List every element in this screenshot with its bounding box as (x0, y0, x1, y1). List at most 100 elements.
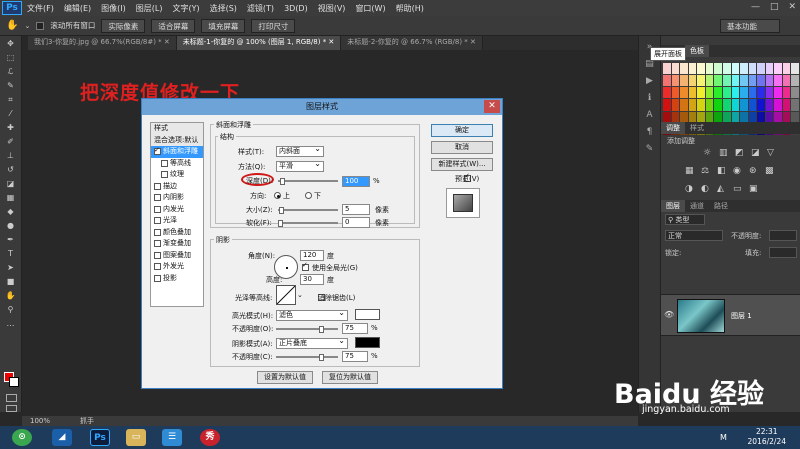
inner-glow-checkbox[interactable] (154, 205, 161, 213)
swatch[interactable] (663, 99, 671, 111)
menu-help[interactable]: 帮助(H) (391, 3, 429, 14)
drop-shadow-checkbox[interactable] (154, 274, 161, 282)
lasso-tool-icon[interactable]: ℒ (4, 66, 18, 77)
hand-tool-icon[interactable]: ✋ (4, 290, 18, 301)
swatch[interactable] (722, 87, 731, 99)
menu-layer[interactable]: 图层(L) (131, 3, 168, 14)
layer-name[interactable]: 图层 1 (731, 311, 752, 321)
quick-mask-icon[interactable] (6, 394, 17, 402)
file-explorer-icon[interactable]: ▭ (126, 429, 146, 446)
print-size-button[interactable]: 打印尺寸 (251, 18, 296, 33)
workspace-select[interactable]: 基本功能 (720, 19, 780, 33)
swatch[interactable] (714, 99, 722, 111)
swatch[interactable] (671, 99, 680, 111)
menu-3d[interactable]: 3D(D) (279, 4, 313, 13)
satin-checkbox[interactable] (154, 217, 161, 225)
menu-edit[interactable]: 编辑(E) (59, 3, 96, 14)
swatch[interactable] (714, 63, 722, 75)
dialog-close-button[interactable]: ✕ (484, 100, 500, 113)
swatch[interactable] (722, 75, 731, 87)
tab-layers[interactable]: 图层 (661, 200, 685, 212)
soften-input[interactable]: 0 (342, 217, 370, 228)
new-style-button[interactable]: 新建样式(W)... (431, 158, 493, 171)
swatch[interactable] (731, 87, 740, 99)
exposure-icon[interactable]: ◪ (751, 148, 760, 158)
photoshop-taskbar-icon[interactable]: Ps (90, 429, 110, 446)
doc-tab-3[interactable]: 未标题-2-你复的 @ 66.7% (RGB/8) * ✕ (341, 36, 483, 50)
inner-shadow-checkbox[interactable] (154, 194, 161, 202)
fill-input[interactable] (769, 247, 797, 258)
highlight-opacity-input[interactable]: 75 (342, 323, 368, 334)
swatch[interactable] (671, 87, 680, 99)
messenger-icon[interactable]: ☰ (162, 429, 182, 446)
menu-file[interactable]: 文件(F) (22, 3, 59, 14)
swatch[interactable] (714, 75, 722, 87)
photo-filter-icon[interactable]: ◉ (733, 166, 741, 176)
dodge-tool-icon[interactable]: ● (4, 220, 18, 231)
swatch[interactable] (705, 63, 714, 75)
menu-image[interactable]: 图像(I) (96, 3, 131, 14)
swatch[interactable] (731, 99, 740, 111)
swatch[interactable] (748, 87, 757, 99)
depth-slider[interactable] (278, 180, 338, 182)
doc-tab-1[interactable]: 我们3-你复的.jpg @ 66.7%(RGB/8#) * ✕ (28, 36, 177, 50)
brush-panel-icon[interactable]: ✎ (644, 143, 656, 155)
swatch[interactable] (765, 87, 774, 99)
outer-glow-item[interactable]: 外发光 (151, 261, 203, 273)
paragraph-panel-icon[interactable]: ¶ (644, 126, 656, 138)
vibrance-icon[interactable]: ▽ (767, 148, 774, 158)
size-slider-knob[interactable] (279, 207, 284, 214)
direction-down-radio[interactable] (305, 192, 312, 199)
swatch[interactable] (697, 63, 705, 75)
make-default-button[interactable]: 设置为默认值 (257, 371, 313, 384)
bevel-emboss-item[interactable]: 斜面和浮雕 (151, 145, 203, 158)
tab-paths[interactable]: 路径 (709, 200, 733, 212)
swatch[interactable] (671, 75, 680, 87)
swatch[interactable] (765, 63, 774, 75)
style-list-header[interactable]: 样式 (151, 123, 203, 135)
shadow-opacity-knob[interactable] (319, 354, 324, 361)
soften-slider[interactable] (278, 222, 338, 224)
color-overlay-checkbox[interactable] (154, 228, 161, 236)
blend-mode-select[interactable]: 正常 (665, 230, 723, 241)
layer-row[interactable]: 👁 图层 1 (661, 294, 800, 336)
type-tool-icon[interactable]: T (4, 248, 18, 259)
color-balance-icon[interactable]: ⚖ (701, 166, 709, 176)
gradient-overlay-item[interactable]: 渐变叠加 (151, 238, 203, 250)
swatch[interactable] (740, 75, 748, 87)
contour-checkbox[interactable] (161, 159, 168, 167)
highlight-opacity-slider[interactable] (276, 328, 338, 330)
stroke-item[interactable]: 描边 (151, 181, 203, 193)
screen-mode-icon[interactable] (6, 405, 17, 412)
scroll-all-windows-checkbox[interactable] (36, 21, 45, 30)
swatch[interactable] (748, 75, 757, 87)
blur-tool-icon[interactable]: ◆ (4, 206, 18, 217)
crop-tool-icon[interactable]: ⌗ (4, 94, 18, 105)
swatch[interactable] (731, 63, 740, 75)
menu-type[interactable]: 文字(Y) (167, 3, 204, 14)
swatch[interactable] (688, 75, 697, 87)
technique-select[interactable]: 平滑 (276, 159, 324, 172)
eraser-tool-icon[interactable]: ◪ (4, 178, 18, 189)
zoom-tool-icon[interactable]: ⚲ (4, 304, 18, 315)
app-icon-1[interactable]: ◢ (52, 429, 72, 446)
layer-visibility-icon[interactable]: 👁 (664, 310, 674, 319)
actual-pixels-button[interactable]: 实际像素 (101, 18, 146, 33)
direction-up-radio[interactable] (274, 192, 281, 199)
cancel-button[interactable]: 取消 (431, 141, 493, 154)
path-select-tool-icon[interactable]: ➤ (4, 262, 18, 273)
gloss-contour-picker[interactable] (276, 285, 296, 305)
fit-screen-button[interactable]: 适合屏幕 (151, 18, 196, 33)
swatch[interactable] (722, 99, 731, 111)
swatch[interactable] (748, 99, 757, 111)
altitude-input[interactable]: 30 (300, 274, 324, 285)
color-overlay-item[interactable]: 颜色叠加 (151, 227, 203, 239)
menu-window[interactable]: 窗口(W) (350, 3, 390, 14)
depth-slider-knob[interactable] (280, 178, 285, 185)
swatch[interactable] (757, 75, 765, 87)
bevel-emboss-checkbox[interactable] (154, 145, 161, 157)
swatch[interactable] (791, 63, 799, 75)
tab-channels[interactable]: 通道 (685, 200, 709, 212)
swatch[interactable] (722, 63, 731, 75)
swatch[interactable] (740, 99, 748, 111)
